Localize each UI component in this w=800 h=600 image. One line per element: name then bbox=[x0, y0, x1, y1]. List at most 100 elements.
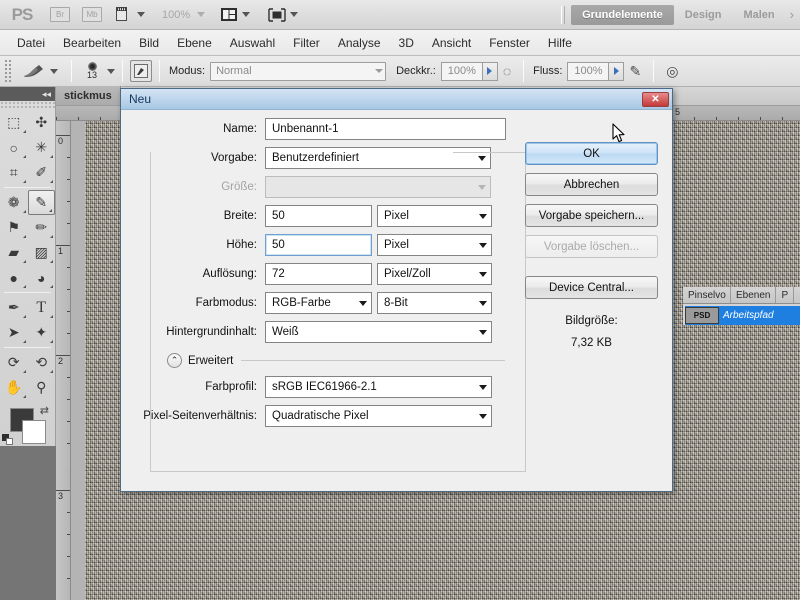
path-list-item[interactable]: PSD Arbeitspfad bbox=[685, 306, 800, 325]
tool-rectangular-marquee[interactable]: ⬚ bbox=[0, 110, 28, 135]
resolution-input[interactable]: 72 bbox=[265, 263, 372, 285]
resolution-unit-select[interactable]: Pixel/Zoll bbox=[377, 263, 492, 285]
background-color-swatch[interactable] bbox=[22, 420, 46, 444]
tool-move[interactable]: ✣ bbox=[28, 110, 56, 135]
view-extras-button[interactable] bbox=[110, 4, 150, 26]
tool-brush[interactable]: ✎ bbox=[27, 190, 55, 215]
tool-dodge[interactable]: ◕ bbox=[28, 265, 56, 290]
workspace-tab-design[interactable]: Design bbox=[674, 5, 733, 25]
menu-hilfe[interactable]: Hilfe bbox=[539, 33, 581, 53]
color-profile-select[interactable]: sRGB IEC61966-2.1 bbox=[265, 376, 492, 398]
tablet-pressure-icon[interactable]: ◎ bbox=[661, 63, 683, 80]
airbrush-toggle-icon[interactable]: ✎ bbox=[624, 63, 646, 80]
menu-bild[interactable]: Bild bbox=[130, 33, 168, 53]
menu-bearbeiten[interactable]: Bearbeiten bbox=[54, 33, 130, 53]
menu-auswahl[interactable]: Auswahl bbox=[221, 33, 284, 53]
bridge-button[interactable]: Br bbox=[46, 4, 74, 26]
panel-tab-ebenen[interactable]: Ebenen bbox=[731, 287, 777, 303]
menu-ansicht[interactable]: Ansicht bbox=[423, 33, 480, 53]
tool-3d-orbit[interactable]: ⟲ bbox=[28, 350, 56, 375]
tool-crop[interactable]: ⌗ bbox=[0, 160, 28, 185]
close-icon[interactable]: ✕ bbox=[642, 91, 669, 107]
width-unit-select[interactable]: Pixel bbox=[377, 205, 492, 227]
advanced-section-header[interactable]: ⌃ Erweitert bbox=[167, 353, 507, 368]
opacity-slider-button[interactable] bbox=[482, 61, 498, 81]
tool-gradient[interactable]: ▨ bbox=[28, 240, 56, 265]
tool-clone-stamp[interactable]: ⚑ bbox=[0, 215, 28, 240]
brush-chevron-down-icon[interactable] bbox=[50, 68, 58, 74]
workspace-tab-grundelemente[interactable]: Grundelemente bbox=[571, 4, 674, 25]
pixel-aspect-select[interactable]: Quadratische Pixel bbox=[265, 405, 492, 427]
tool-3d-rotate[interactable]: ⟳ bbox=[0, 350, 28, 375]
screen-mode-button[interactable] bbox=[263, 4, 303, 26]
save-preset-button[interactable]: Vorgabe speichern... bbox=[525, 204, 658, 227]
flow-value[interactable]: 100% bbox=[567, 61, 610, 81]
tool-path-selection[interactable]: ➤ bbox=[0, 320, 28, 345]
toolbox-collapse-button[interactable]: ◂◂ bbox=[0, 87, 55, 101]
brush-preset-chevron-down-icon[interactable] bbox=[107, 68, 115, 74]
height-unit-select[interactable]: Pixel bbox=[377, 234, 492, 256]
tool-custom-shape[interactable]: ✦ bbox=[28, 320, 56, 345]
swap-colors-icon[interactable]: ⇄ bbox=[40, 404, 49, 417]
vruler-label-2: 2 bbox=[58, 356, 64, 366]
panel-tab-pfade[interactable]: P bbox=[776, 287, 795, 303]
workspace-grip[interactable] bbox=[561, 5, 566, 24]
device-central-button[interactable]: Device Central... bbox=[525, 276, 658, 299]
zoom-chevron-down-icon[interactable] bbox=[197, 12, 206, 17]
toggle-brush-panel-button[interactable] bbox=[130, 60, 152, 82]
toolbox-divider-3 bbox=[4, 347, 51, 348]
dialog-title-bar[interactable]: Neu ✕ bbox=[121, 89, 672, 110]
bit-depth-select[interactable]: 8-Bit bbox=[377, 292, 492, 314]
height-input[interactable]: 50 bbox=[265, 234, 372, 256]
menu-datei[interactable]: Datei bbox=[8, 33, 54, 53]
menu-filter[interactable]: Filter bbox=[284, 33, 329, 53]
name-input[interactable]: Unbenannt-1 bbox=[265, 118, 506, 140]
default-colors-icon[interactable] bbox=[2, 434, 13, 445]
tool-history-brush[interactable]: ✏ bbox=[28, 215, 56, 240]
ok-button[interactable]: OK bbox=[525, 142, 658, 165]
options-bar-grip[interactable] bbox=[4, 59, 12, 83]
background-select[interactable]: Weiß bbox=[265, 321, 492, 343]
vertical-ruler[interactable]: 0 1 2 bbox=[56, 121, 71, 468]
delete-preset-button: Vorgabe löschen... bbox=[525, 235, 658, 258]
cancel-button[interactable]: Abbrechen bbox=[525, 173, 658, 196]
color-profile-label: Farbprofil: bbox=[205, 381, 257, 393]
tool-type[interactable]: T bbox=[28, 295, 56, 320]
opacity-pressure-icon[interactable]: ◌ bbox=[498, 63, 516, 79]
vertical-ruler-lower[interactable]: 3 bbox=[56, 468, 71, 600]
tool-eraser[interactable]: ▰ bbox=[0, 240, 28, 265]
panel-tab-pinselvorgaben[interactable]: Pinselvo bbox=[683, 287, 731, 303]
menu-ebene[interactable]: Ebene bbox=[168, 33, 221, 53]
tool-pen[interactable]: ✒ bbox=[0, 295, 28, 320]
workspace-tab-malen[interactable]: Malen bbox=[732, 5, 785, 25]
color-mode-chevron-down-icon bbox=[359, 300, 367, 306]
advanced-label: Erweitert bbox=[188, 354, 234, 367]
flow-slider-button[interactable] bbox=[609, 61, 625, 81]
menu-fenster[interactable]: Fenster bbox=[480, 33, 539, 53]
menu-3d[interactable]: 3D bbox=[390, 33, 423, 53]
tool-spot-healing-brush[interactable]: ❁ bbox=[0, 190, 28, 215]
tool-eyedropper[interactable]: ✐ bbox=[28, 160, 56, 185]
preset-select[interactable]: Benutzerdefiniert bbox=[265, 147, 491, 169]
opacity-value[interactable]: 100% bbox=[440, 61, 483, 81]
menu-analyse[interactable]: Analyse bbox=[329, 33, 390, 53]
zoom-icon: ⚲ bbox=[36, 379, 47, 395]
mini-bridge-button[interactable]: Mb bbox=[78, 4, 106, 26]
pen-icon: ✒ bbox=[7, 299, 20, 315]
tool-magic-wand[interactable]: ✳ bbox=[28, 135, 56, 160]
tool-hand[interactable]: ✋ bbox=[0, 375, 28, 400]
toolbox-grip[interactable] bbox=[0, 101, 55, 110]
arrange-documents-button[interactable] bbox=[215, 4, 255, 26]
tool-blur[interactable]: ● bbox=[0, 265, 28, 290]
blend-mode-select[interactable]: Normal bbox=[210, 61, 387, 81]
color-mode-select[interactable]: RGB-Farbe bbox=[265, 292, 372, 314]
brush-tool-icon[interactable] bbox=[22, 63, 46, 79]
brush-size-preview[interactable]: 13 bbox=[79, 62, 105, 80]
document-tab-stickmus[interactable]: stickmus bbox=[56, 86, 121, 105]
workspace-more-icon[interactable]: › bbox=[786, 7, 798, 22]
tool-zoom[interactable]: ⚲ bbox=[28, 375, 56, 400]
width-input[interactable]: 50 bbox=[265, 205, 372, 227]
crop-icon: ⌗ bbox=[9, 164, 18, 180]
tool-lasso[interactable]: ○ bbox=[0, 135, 28, 160]
options-separator-5 bbox=[653, 60, 655, 82]
